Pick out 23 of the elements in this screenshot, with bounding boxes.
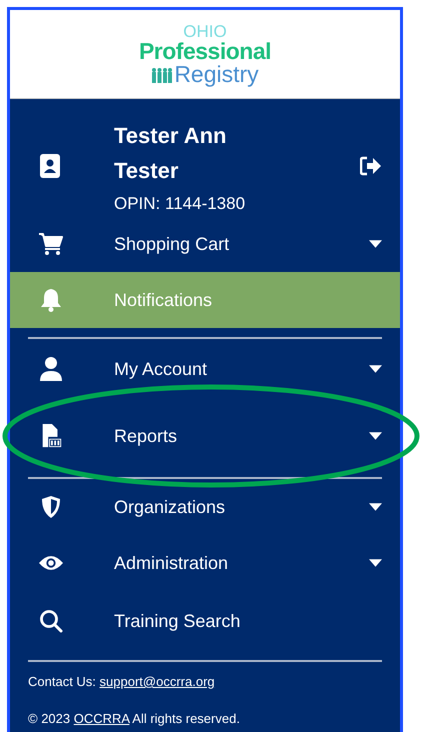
email-link[interactable]: support@occrra.org bbox=[100, 674, 215, 689]
logout-icon[interactable] bbox=[360, 156, 382, 176]
logo-text: Professional bbox=[138, 40, 272, 62]
logo-text: Registry bbox=[174, 62, 259, 86]
menu-item[interactable]: Training Search bbox=[10, 591, 400, 651]
menu-item[interactable]: Administration bbox=[10, 535, 400, 591]
rights-text: All rights reserved. bbox=[132, 711, 240, 726]
copyright-text: © 2023 bbox=[28, 711, 70, 726]
user-name: Tester Ann Tester bbox=[114, 122, 228, 184]
contact-label: Contact Us: bbox=[28, 674, 96, 689]
menu-item[interactable]: Organizations bbox=[10, 479, 400, 535]
cart-icon bbox=[39, 232, 63, 256]
opin-number: OPIN: 1144-1380 bbox=[114, 194, 246, 214]
search-icon bbox=[39, 609, 63, 633]
occrra-link[interactable]: OCCRRA bbox=[74, 711, 130, 726]
bell-icon bbox=[39, 288, 63, 312]
person-icon bbox=[39, 357, 63, 381]
menu-item[interactable]: My Account bbox=[10, 341, 400, 397]
menu-item[interactable]: Shopping Cart bbox=[10, 216, 400, 272]
logo-text: OHIO bbox=[183, 22, 227, 40]
shield-icon bbox=[39, 495, 63, 519]
people-icon bbox=[151, 66, 174, 82]
id-badge-icon bbox=[38, 154, 62, 178]
